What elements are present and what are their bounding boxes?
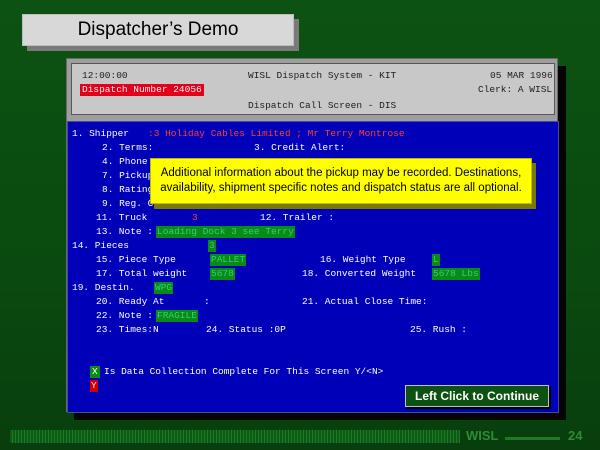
total-weight-label: 17. Total weight xyxy=(96,268,188,279)
header-clerk: Clerk: A WISL xyxy=(478,84,553,95)
piece-type-field[interactable]: PALLET xyxy=(210,254,247,266)
destination-label: 19. Destin. xyxy=(72,282,135,293)
pieces-label: 14. Pieces xyxy=(72,240,130,251)
pickup-label: 7. Pickup xyxy=(102,170,154,181)
note-22-field[interactable]: FRAGILE xyxy=(156,310,198,322)
terminal-header: 12:00:00 WISL Dispatch System - KIT 05 M… xyxy=(71,63,555,115)
rating-label: 8. Rating xyxy=(102,184,154,195)
times-label: 23. Times:N xyxy=(96,324,159,335)
complete-prompt: Is Data Collection Complete For This Scr… xyxy=(104,366,384,377)
header-date: 05 MAR 1996 xyxy=(490,70,553,81)
rush-label: 25. Rush : xyxy=(410,324,468,335)
destination-field[interactable]: WPG xyxy=(154,282,174,294)
complete-answer-field[interactable]: Y xyxy=(90,380,98,392)
actual-close-time-label: 21. Actual Close Time: xyxy=(302,296,428,307)
footer-divider xyxy=(505,437,560,440)
weight-type-field[interactable]: L xyxy=(432,254,440,266)
credit-alert-label: 3. Credit Alert: xyxy=(254,142,346,153)
phone-label: 4. Phone xyxy=(102,156,148,167)
terminal-window: 12:00:00 WISL Dispatch System - KIT 05 M… xyxy=(66,58,559,413)
complete-flag: X xyxy=(90,366,100,378)
truck-label: 11. Truck xyxy=(96,212,148,223)
ready-at-colon: : xyxy=(204,296,210,307)
info-tooltip: Additional information about the pickup … xyxy=(150,158,532,204)
piece-type-label: 15. Piece Type xyxy=(96,254,176,265)
total-weight-field[interactable]: 5678 xyxy=(210,268,235,280)
weight-type-label: 16. Weight Type xyxy=(320,254,406,265)
continue-button[interactable]: Left Click to Continue xyxy=(405,385,549,407)
dispatch-number-badge: Dispatch Number 24056 xyxy=(80,84,204,96)
note-field[interactable]: Loading Dock 3 see Terry xyxy=(156,226,295,238)
header-system-title: WISL Dispatch System - KIT xyxy=(248,70,397,81)
terms-label: 2. Terms: xyxy=(102,142,154,153)
slide-title: Dispatcher’s Demo xyxy=(22,14,294,46)
truck-value[interactable]: 3 xyxy=(192,212,198,224)
footer-brand: WISL xyxy=(466,428,499,443)
header-time: 12:00:00 xyxy=(82,70,128,81)
note-label: 13. Note : xyxy=(96,226,154,237)
header-screen-title: Dispatch Call Screen - DIS xyxy=(248,100,397,111)
converted-weight-label: 18. Converted Weight xyxy=(302,268,417,279)
status-label: 24. Status :0P xyxy=(206,324,286,335)
note-22-label: 22. Note : xyxy=(96,310,154,321)
trailer-label: 12. Trailer : xyxy=(260,212,335,223)
shipper-value[interactable]: :3 Holiday Cables Limited ; Mr Terry Mon… xyxy=(148,128,405,140)
converted-weight-field[interactable]: 5678 Lbs xyxy=(432,268,480,280)
ready-at-label: 20. Ready At xyxy=(96,296,165,307)
footer-bar xyxy=(10,430,460,443)
reg-label: 9. Reg. C xyxy=(102,198,154,209)
pieces-field[interactable]: 3 xyxy=(208,240,216,252)
page-number: 24 xyxy=(568,428,583,443)
shipper-label: 1. Shipper xyxy=(72,128,130,139)
